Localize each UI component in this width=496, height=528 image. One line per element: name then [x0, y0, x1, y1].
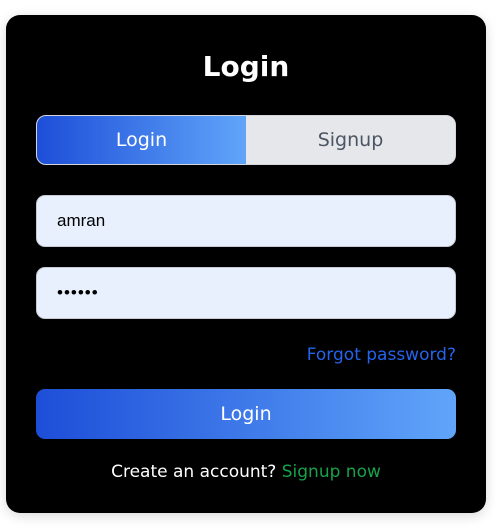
username-input[interactable] [36, 195, 456, 247]
login-button[interactable]: Login [36, 389, 456, 439]
login-card: Login Login Signup Forgot password? Logi… [6, 15, 486, 513]
signup-prompt-text: Create an account? [111, 462, 277, 482]
password-input[interactable] [36, 267, 456, 319]
forgot-password-link[interactable]: Forgot password? [307, 343, 456, 367]
signup-prompt-line: Create an account? Signup now [6, 460, 486, 484]
tab-signup[interactable]: Signup [246, 116, 455, 164]
form-title: Login [202, 50, 290, 83]
signup-now-link[interactable]: Signup now [282, 462, 381, 482]
tab-login[interactable]: Login [37, 116, 246, 164]
auth-tabs: Login Signup [36, 115, 456, 165]
